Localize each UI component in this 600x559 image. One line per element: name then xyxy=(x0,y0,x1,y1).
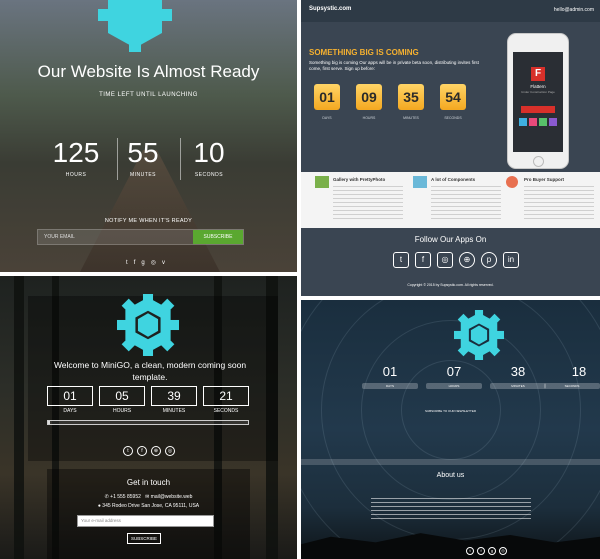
about-title: About us xyxy=(436,472,465,479)
subscribe-note: SUBSCRIBE TO OUR NEWSLETTER xyxy=(424,409,477,413)
twitter-icon[interactable]: t xyxy=(126,260,134,266)
countdown-label: MINUTES xyxy=(490,383,546,389)
subscribe-button[interactable]: SUBSCRIBE xyxy=(127,533,161,544)
countdown-seconds: 54 xyxy=(440,84,466,110)
app-name: Flattern xyxy=(530,84,546,89)
countdown-label: SECONDS xyxy=(444,116,462,120)
app-tile xyxy=(539,118,547,126)
countdown-seconds: 10 SECONDS xyxy=(193,137,225,179)
copyright: Copyright © 2015 by Supsystic.com. All r… xyxy=(407,283,494,287)
phone-number: +1 555 85952 xyxy=(110,494,141,500)
gallery-icon xyxy=(315,176,329,188)
brand-logo[interactable]: Supsystic.com xyxy=(309,6,351,12)
phone-mockup: F Flattern Under Construction Page xyxy=(507,33,569,169)
template-preview-supsystic: Supsystic.com hello@admin.com SOMETHING … xyxy=(301,0,600,296)
countdown-hours: 09 xyxy=(356,84,382,110)
gear-logo-icon xyxy=(454,310,504,360)
countdown-label: DAYS xyxy=(362,383,418,389)
instagram-icon[interactable]: ◎ xyxy=(165,446,175,456)
gear-logo-icon xyxy=(98,0,172,52)
countdown-label: MINUTES xyxy=(162,408,186,414)
gear-logo-icon xyxy=(117,294,179,356)
top-bar: Supsystic.com hello@admin.com xyxy=(301,0,600,22)
dribbble-icon[interactable]: ⊕ xyxy=(459,252,475,268)
get-in-touch-title: Get in touch xyxy=(126,478,171,487)
countdown-hours: 05 xyxy=(99,386,145,406)
email-placeholder: Your e-mail address xyxy=(81,518,121,523)
instagram-icon[interactable]: ◎ xyxy=(437,252,453,268)
email-input[interactable]: Your e-mail address xyxy=(77,515,214,527)
countdown-minutes: 38 xyxy=(510,364,526,379)
tree-trunk xyxy=(14,276,24,559)
countdown-minutes: 35 xyxy=(398,84,424,110)
twitter-icon[interactable]: t xyxy=(466,547,474,555)
countdown-days: 01 xyxy=(47,386,93,406)
components-icon xyxy=(413,176,427,188)
subscribe-field[interactable] xyxy=(301,459,600,465)
dribbble-icon[interactable]: ⊕ xyxy=(151,446,161,456)
address-line: ● 345 Rodeo Drive San Jose, CA 95111, US… xyxy=(0,503,297,509)
countdown-label: SECONDS xyxy=(213,408,239,414)
instagram-icon[interactable]: ◎ xyxy=(151,260,162,266)
countdown-hours: 07 xyxy=(446,364,462,379)
twitter-icon[interactable]: t xyxy=(123,446,133,456)
countdown-minutes: 39 xyxy=(151,386,197,406)
contact-line: ✆ +1 555 85952 ✉ mail@website.web xyxy=(0,494,297,500)
countdown-label: DAYS xyxy=(322,116,332,120)
email-field[interactable]: YOUR EMAIL xyxy=(44,234,75,240)
google-plus-icon[interactable]: g xyxy=(488,547,496,555)
app-subtitle: Under Construction Page xyxy=(521,90,555,94)
countdown-label: DAYS xyxy=(63,408,77,414)
template-preview-railway: Our Website Is Almost Ready TIME LEFT UN… xyxy=(0,0,297,272)
app-progress-bar xyxy=(521,106,555,113)
address: 345 Rodeo Drive San Jose, CA 95111, USA xyxy=(102,503,200,509)
progress-bar xyxy=(47,420,249,425)
app-icon: F xyxy=(531,67,545,81)
linkedin-icon[interactable]: in xyxy=(503,252,519,268)
countdown-label: MINUTES xyxy=(403,116,419,120)
welcome-text: Welcome to MiniGO, a clean, modern comin… xyxy=(53,360,247,382)
countdown-label: HOURS xyxy=(112,408,132,414)
headline: SOMETHING BIG IS COMING xyxy=(309,48,419,57)
app-tile xyxy=(529,118,537,126)
countdown-seconds: 18 xyxy=(571,364,587,379)
countdown-label: HOURS xyxy=(362,116,376,120)
app-tile xyxy=(549,118,557,126)
countdown-days: 01 xyxy=(382,364,398,379)
countdown-days: 01 xyxy=(314,84,340,110)
countdown-label: SECONDS xyxy=(544,383,600,389)
phone-screen: F Flattern Under Construction Page xyxy=(513,52,563,152)
countdown-minutes: 55 MINUTES xyxy=(127,137,159,179)
countdown-seconds: 21 xyxy=(203,386,249,406)
countdown-label: HOURS xyxy=(426,383,482,389)
subscribe-button[interactable]: SUBSCRIBE xyxy=(193,230,243,244)
google-plus-icon[interactable]: g xyxy=(141,260,150,266)
facebook-icon[interactable]: f xyxy=(415,252,431,268)
description: Something big is coming Our apps will be… xyxy=(309,60,479,71)
contact-email[interactable]: hello@admin.com xyxy=(554,7,594,13)
email-address[interactable]: mail@website.web xyxy=(151,494,193,500)
email-signup-form: YOUR EMAIL SUBSCRIBE xyxy=(37,229,244,245)
template-preview-startrails: 01 07 38 18 DAYS HOURS MINUTES SECONDS S… xyxy=(301,300,600,559)
page-title: Our Website Is Almost Ready xyxy=(37,62,260,81)
about-text xyxy=(371,498,531,522)
facebook-icon[interactable]: f xyxy=(137,446,147,456)
social-links: tfg◎v xyxy=(0,259,297,266)
template-preview-minigo: Welcome to MiniGO, a clean, modern comin… xyxy=(0,276,297,559)
twitter-icon[interactable]: t xyxy=(393,252,409,268)
support-icon xyxy=(506,176,518,188)
pinterest-icon[interactable]: p xyxy=(481,252,497,268)
notify-label: NOTIFY ME WHEN IT'S READY xyxy=(104,218,193,224)
home-button xyxy=(533,156,544,167)
features-section: Gallery with PrettyPhoto A lot of Compon… xyxy=(301,172,600,228)
time-left-label: TIME LEFT UNTIL LAUNCHING xyxy=(99,92,198,98)
app-tile xyxy=(519,118,527,126)
follow-label: Follow Our Apps On xyxy=(414,235,487,244)
facebook-icon[interactable]: f xyxy=(477,547,485,555)
countdown-hours: 125 HOURS xyxy=(52,137,100,179)
instagram-icon[interactable]: ◎ xyxy=(499,547,507,555)
progress-fill xyxy=(48,421,50,424)
vimeo-icon[interactable]: v xyxy=(162,260,171,266)
